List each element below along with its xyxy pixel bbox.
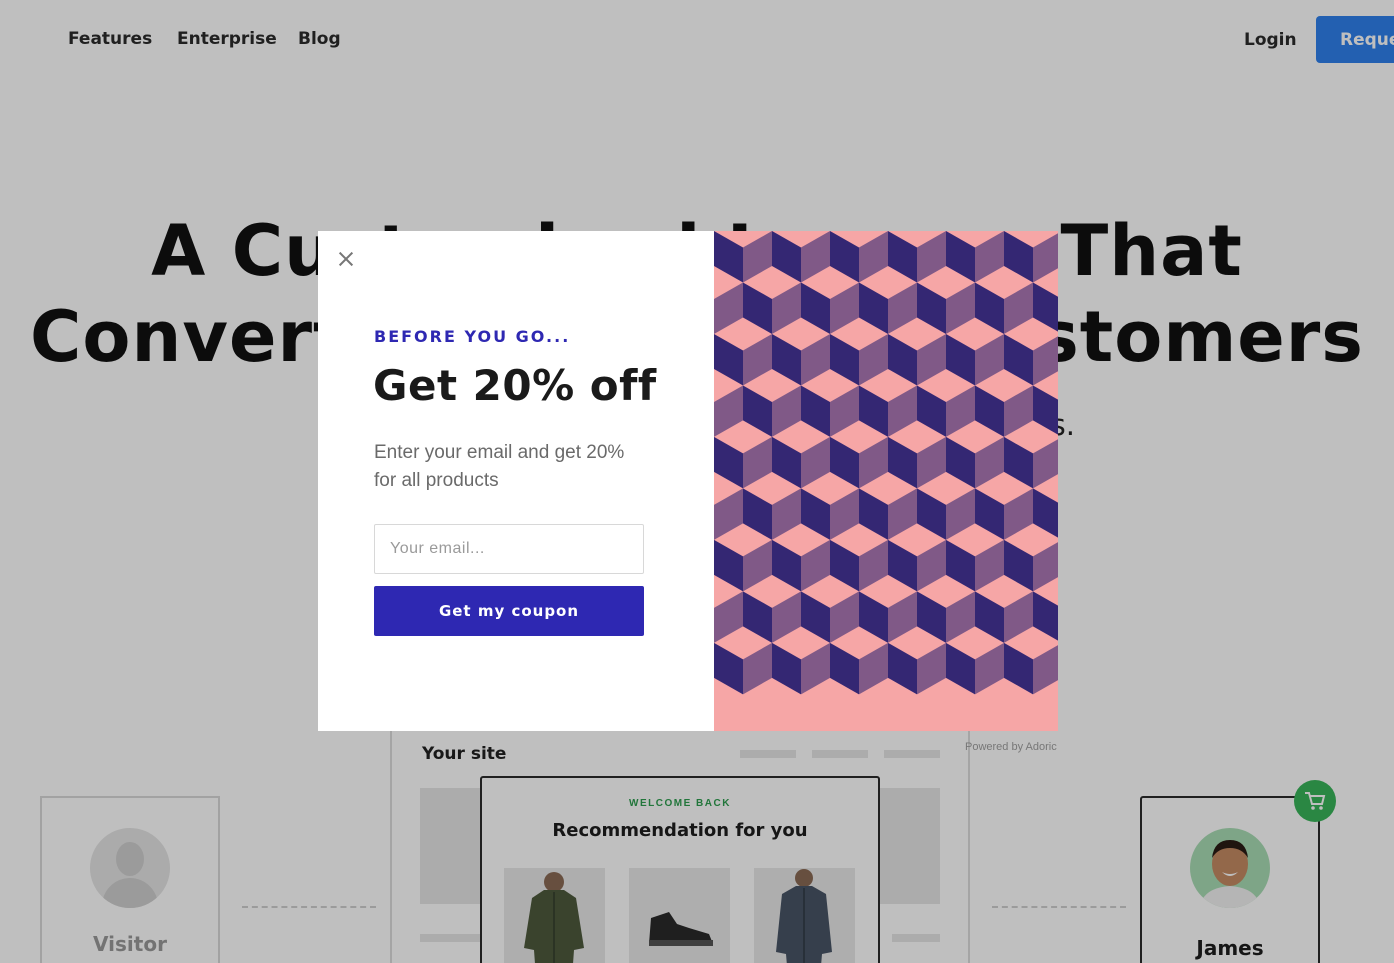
get-coupon-button[interactable]: Get my coupon	[374, 586, 644, 636]
popup-headline: Get 20% off	[373, 361, 657, 410]
powered-by-label[interactable]: Powered by Adoric	[965, 741, 1057, 753]
exit-intent-popup: BEFORE YOU GO... Get 20% off Enter your …	[318, 231, 1058, 731]
popup-description: Enter your email and get 20% for all pro…	[374, 442, 625, 491]
decorative-pattern-image	[714, 231, 1058, 731]
email-field[interactable]	[374, 524, 644, 574]
close-icon[interactable]	[335, 248, 357, 270]
popup-eyebrow: BEFORE YOU GO...	[374, 327, 571, 346]
